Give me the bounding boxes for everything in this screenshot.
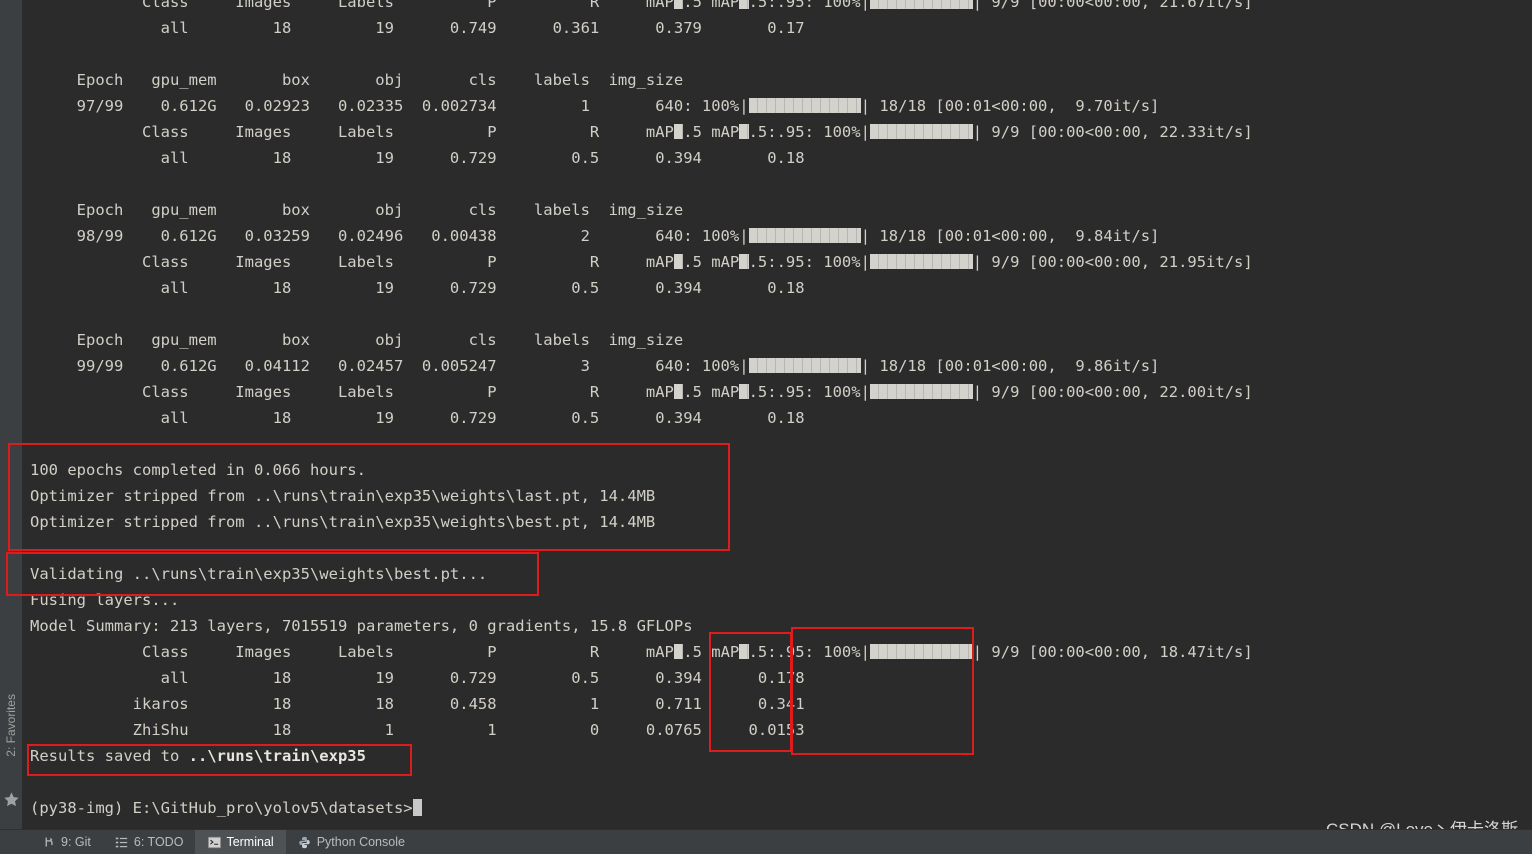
- progress-bar-fill: [739, 644, 749, 659]
- bottom-tool-bar: 9: Git 6: TODO Terminal Python Console: [0, 829, 1532, 854]
- progress-bar-fill: [739, 384, 749, 399]
- terminal-line: Optimizer stripped from ..\runs\train\ex…: [30, 513, 656, 531]
- terminal-line: 99/99 0.612G 0.04112 0.02457 0.005247 3 …: [30, 357, 1160, 375]
- terminal-line: ikaros 18 18 0.458 1 0.711 0.341: [30, 695, 805, 713]
- terminal-line: Fusing layers...: [30, 591, 180, 609]
- terminal-line: all 18 19 0.729 0.5 0.394 0.178: [30, 669, 805, 687]
- terminal-line: Class Images Labels P R mAP .5 mAP .5:.95:…: [30, 123, 1253, 141]
- results-path: ..\runs\train\exp35: [188, 747, 366, 765]
- terminal-line: Results saved to ..\runs\train\exp35: [30, 747, 366, 765]
- terminal-line: Class Images Labels P R mAP .5 mAP .5:.95:…: [22, 0, 1532, 15]
- terminal-line: Epoch gpu_mem box obj cls labels img_siz…: [30, 71, 684, 89]
- bottom-bar-label-python-console: Python Console: [316, 835, 405, 849]
- terminal-line: Epoch gpu_mem box obj cls labels img_siz…: [30, 331, 684, 349]
- progress-bar-fill: [739, 0, 749, 9]
- list-icon: [115, 835, 129, 849]
- favorites-label: 2: Favorites: [4, 693, 18, 757]
- terminal-panel[interactable]: Class Images Labels P R mAP .5 mAP .5:.95:…: [22, 0, 1532, 830]
- progress-bar-fill: [869, 384, 973, 399]
- terminal-line: all 18 19 0.729 0.5 0.394 0.18: [30, 279, 805, 297]
- terminal-line: Model Summary: 213 layers, 7015519 param…: [30, 617, 693, 635]
- progress-bar-fill: [869, 0, 973, 9]
- bottom-bar-item-todo[interactable]: 6: TODO: [103, 830, 196, 854]
- progress-bar-fill: [739, 124, 749, 139]
- bottom-bar-item-python-console[interactable]: Python Console: [286, 830, 417, 854]
- terminal-line: 100 epochs completed in 0.066 hours.: [30, 461, 366, 479]
- progress-bar-fill: [673, 254, 684, 269]
- progress-bar-fill: [673, 384, 684, 399]
- star-icon[interactable]: [3, 791, 20, 808]
- terminal-line: Epoch gpu_mem box obj cls labels img_siz…: [30, 201, 684, 219]
- progress-bar-fill: [748, 98, 861, 113]
- git-branch-icon: [42, 835, 56, 849]
- bottom-bar-label-terminal: Terminal: [226, 835, 274, 849]
- terminal-output: Class Images Labels P R mAP .5 mAP .5:.95:…: [22, 0, 1532, 821]
- progress-bar-fill: [869, 124, 973, 139]
- progress-bar-fill: [739, 254, 749, 269]
- terminal-line: all 18 19 0.729 0.5 0.394 0.18: [30, 409, 805, 427]
- ide-window: 2: Favorites Class Images Labels P R mAP…: [0, 0, 1532, 854]
- terminal-line: 97/99 0.612G 0.02923 0.02335 0.002734 1 …: [30, 97, 1160, 115]
- progress-bar-fill: [748, 358, 861, 373]
- terminal-line: ZhiShu 18 1 1 0 0.0765 0.0153: [30, 721, 805, 739]
- terminal-line: (py38-img) E:\GitHub_pro\yolov5\datasets…: [22, 795, 1532, 821]
- progress-bar-fill: [673, 0, 684, 9]
- bottom-bar-item-git[interactable]: 9: Git: [30, 830, 103, 854]
- terminal-line: 98/99 0.612G 0.03259 0.02496 0.00438 2 6…: [30, 227, 1160, 245]
- terminal-line: Class Images Labels P R mAP .5 mAP .5:.95:…: [30, 253, 1253, 271]
- sidebar-item-favorites[interactable]: 2: Favorites: [0, 670, 22, 780]
- bottom-bar-item-terminal[interactable]: Terminal: [195, 830, 286, 854]
- bottom-bar-label-todo: 6: TODO: [133, 835, 184, 849]
- progress-bar-fill: [869, 644, 973, 659]
- terminal-line: Validating ..\runs\train\exp35\weights\b…: [30, 565, 488, 583]
- bottom-bar-label-git: 9: Git: [61, 835, 91, 849]
- bottom-bar-spacer: [0, 830, 30, 854]
- terminal-line: Optimizer stripped from ..\runs\train\ex…: [30, 487, 656, 505]
- progress-bar-fill: [748, 228, 861, 243]
- progress-bar-fill: [673, 644, 684, 659]
- python-icon: [298, 835, 312, 849]
- progress-bar-fill: [673, 124, 684, 139]
- left-tool-strip: 2: Favorites: [0, 0, 23, 830]
- terminal-line: Class Images Labels P R mAP .5 mAP .5:.95:…: [30, 383, 1253, 401]
- terminal-line: all 18 19 0.749 0.361 0.379 0.17: [30, 19, 805, 37]
- terminal-line: Class Images Labels P R mAP .5 mAP .5:.95:…: [30, 643, 1253, 661]
- terminal-cursor: [412, 799, 422, 816]
- terminal-line: all 18 19 0.729 0.5 0.394 0.18: [30, 149, 805, 167]
- terminal-icon: [207, 835, 221, 849]
- progress-bar-fill: [869, 254, 973, 269]
